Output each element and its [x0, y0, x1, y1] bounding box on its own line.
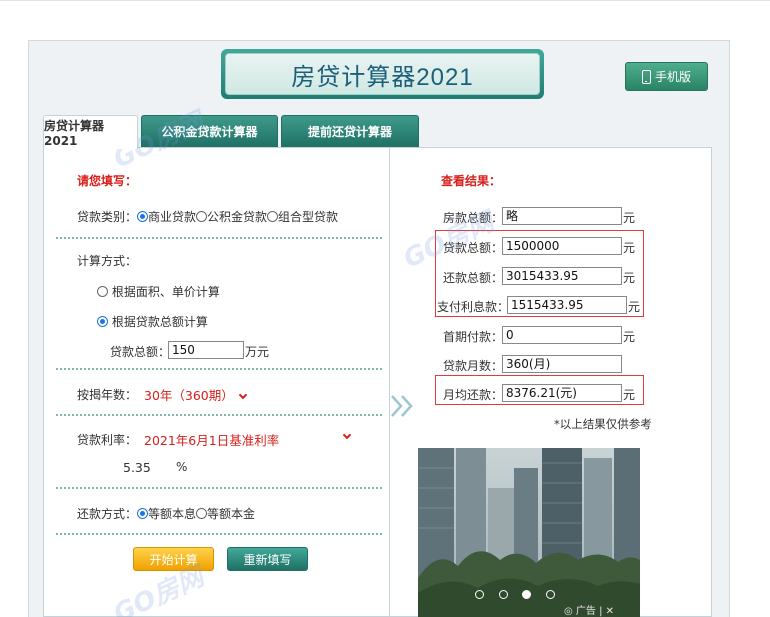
house-total-field: 略	[502, 207, 622, 225]
interest-field: 1515433.95	[507, 296, 627, 314]
repay-method-label: 还款方式：	[77, 507, 138, 521]
monthly-field: 8376.21(元)	[502, 384, 622, 402]
carousel-dot[interactable]	[475, 590, 484, 599]
loan-type-label: 贷款类别：	[77, 210, 138, 224]
interest-label: 支付利息款：	[437, 300, 510, 314]
repay-total-label: 还款总额：	[443, 271, 504, 285]
radio-equal-installment[interactable]	[137, 508, 149, 519]
mobile-version-button[interactable]: 手机版	[625, 62, 708, 91]
carousel-dot[interactable]	[546, 590, 555, 599]
ad-label: ◎ 广告 | ✕	[564, 606, 615, 617]
double-chevron-right-icon	[391, 395, 413, 417]
rate-select[interactable]: 2021年6月1日基准利率	[144, 430, 354, 449]
loan-amount-label: 贷款总额：	[110, 345, 171, 359]
reset-button[interactable]: 重新填写	[227, 547, 308, 571]
divider	[56, 237, 382, 239]
loan-total-field: 1500000	[502, 237, 622, 255]
house-total-unit: 元	[623, 211, 636, 225]
divider	[56, 487, 382, 489]
carousel-dot[interactable]	[499, 590, 508, 599]
combined-loan-label: 组合型贷款	[278, 210, 339, 224]
divider	[56, 368, 382, 370]
ad-label-text: 广告	[575, 606, 596, 617]
monthly-unit: 元	[623, 388, 636, 402]
radio-provident-loan[interactable]	[196, 211, 208, 222]
divider	[56, 533, 382, 535]
mobile-version-label: 手机版	[654, 70, 691, 84]
disclaimer-note: *以上结果仅供参考	[554, 417, 652, 431]
page-title: 房贷计算器2021	[291, 63, 474, 91]
rate-number-input[interactable]: 5.35	[123, 460, 151, 475]
radio-combined-loan[interactable]	[267, 211, 279, 222]
calc-method-label: 计算方式：	[77, 254, 138, 268]
down-payment-unit: 元	[623, 330, 636, 344]
years-select[interactable]: 30年（360期）	[144, 385, 248, 404]
repay-total-unit: 元	[623, 271, 636, 285]
interest-unit: 元	[628, 300, 641, 314]
years-value: 30年（360期）	[144, 388, 234, 403]
years-label: 按揭年数：	[77, 388, 138, 402]
tab-mortgage-calculator[interactable]: 房贷计算器2021	[43, 115, 138, 149]
calc-method-area: 根据面积、单价计算	[97, 283, 220, 300]
area-price-label: 根据面积、单价计算	[111, 285, 220, 299]
loan-amount-unit: 万元	[245, 345, 270, 359]
rate-unit: %	[176, 460, 188, 474]
divider	[56, 414, 382, 416]
commercial-loan-label: 商业贷款	[148, 210, 197, 224]
months-field: 360(月)	[502, 355, 622, 373]
repay-method-row: 还款方式： 等额本息 等额本金	[77, 505, 255, 522]
provident-loan-label: 公积金贷款	[207, 210, 268, 224]
down-payment-field: 0	[502, 326, 622, 344]
result-heading: 查看结果：	[441, 174, 502, 188]
loan-total-unit: 元	[623, 241, 636, 255]
radio-area-price[interactable]	[97, 286, 108, 297]
rate-value: 2021年6月1日基准利率	[144, 433, 280, 448]
calc-method-total: 根据贷款总额计算	[97, 313, 208, 330]
chevron-down-icon	[238, 390, 248, 400]
rate-label: 贷款利率：	[77, 433, 138, 447]
phone-icon	[641, 69, 651, 84]
carousel-dot-active[interactable]	[522, 590, 531, 599]
equal-principal-label: 等额本金	[207, 507, 256, 521]
monthly-label: 月均还款：	[443, 388, 504, 402]
radio-commercial-loan[interactable]	[137, 211, 148, 222]
loan-amount-input[interactable]: 150	[168, 341, 244, 359]
equal-installment-label: 等额本息	[148, 507, 197, 521]
tab-prepayment-calculator[interactable]: 提前还贷计算器	[281, 115, 419, 147]
loan-type-options: 商业贷款 公积金贷款 组合型贷款	[137, 208, 338, 225]
months-label: 贷款月数：	[443, 359, 504, 373]
form-heading: 请您填写：	[77, 174, 138, 188]
loan-total-method-label: 根据贷款总额计算	[111, 315, 208, 329]
down-payment-label: 首期付款：	[443, 330, 504, 344]
chevron-down-icon	[342, 430, 352, 440]
radio-equal-principal[interactable]	[196, 508, 208, 519]
radio-loan-total[interactable]	[97, 316, 108, 327]
top-divider	[0, 0, 770, 1]
ad-image[interactable]: ◎ 广告 | ✕	[418, 448, 640, 617]
repay-total-field: 3015433.95	[502, 267, 622, 285]
title-banner: 房贷计算器2021	[221, 49, 544, 99]
